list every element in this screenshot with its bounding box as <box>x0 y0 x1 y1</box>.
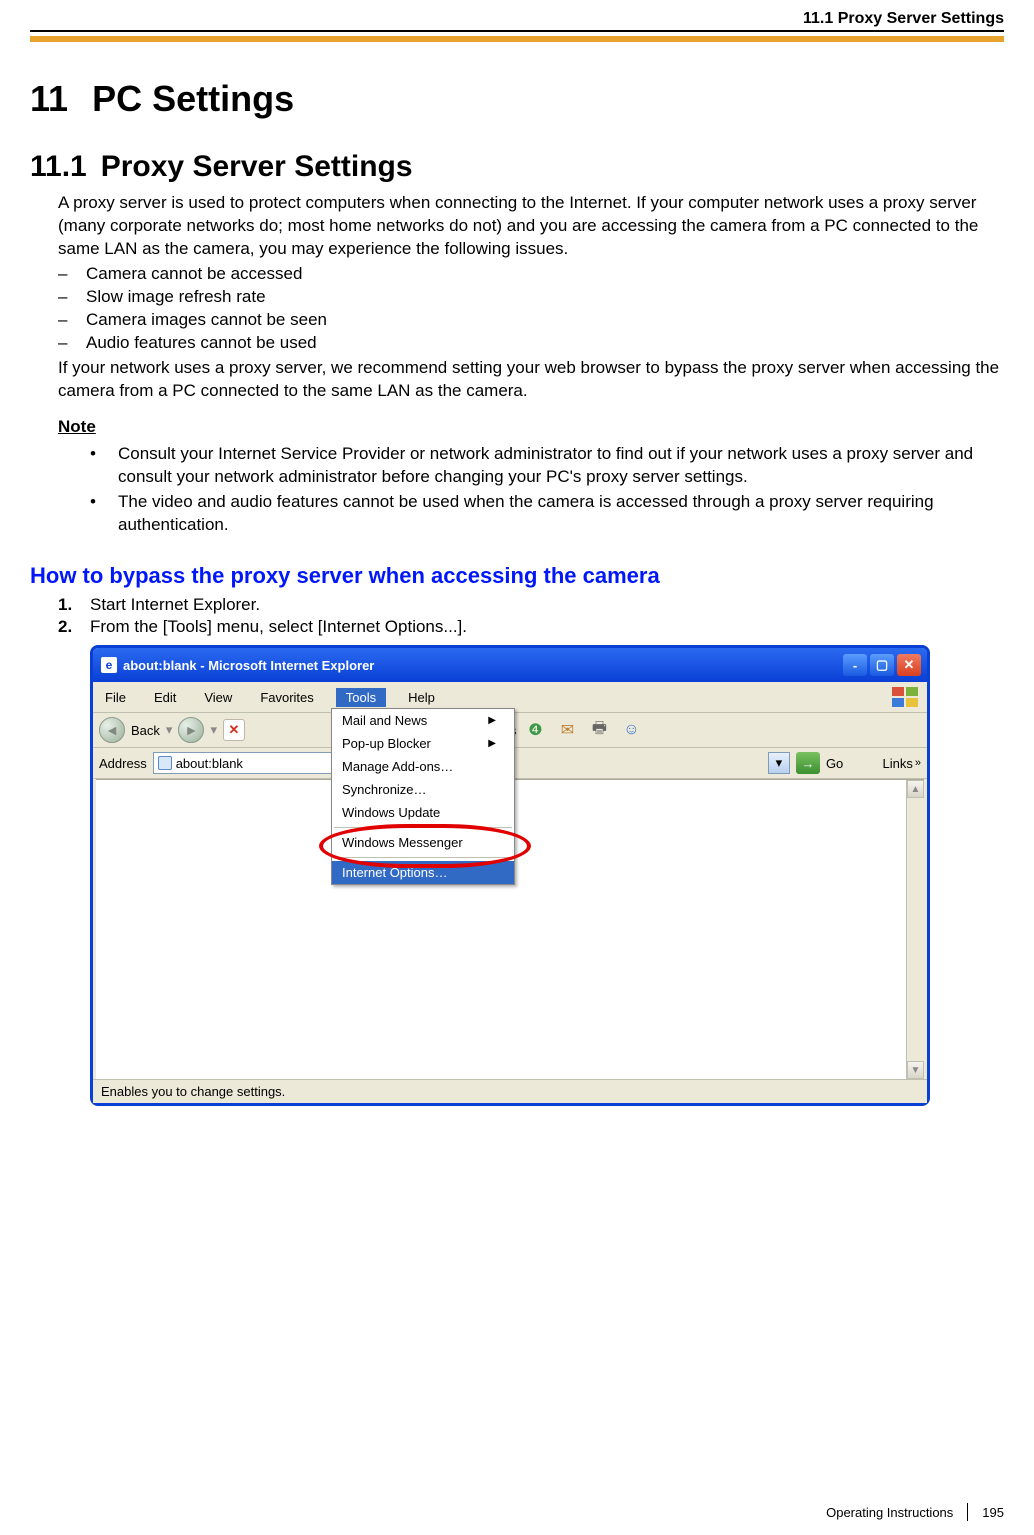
menu-view[interactable]: View <box>198 688 238 707</box>
menu-favorites[interactable]: Favorites <box>254 688 319 707</box>
messenger-icon[interactable]: ☺ <box>618 717 644 743</box>
forward-button[interactable]: ► <box>178 717 204 743</box>
minimize-button[interactable]: - <box>843 654 867 676</box>
menubar: File Edit View Favorites Tools Help Mail… <box>93 682 927 713</box>
windows-flag-icon <box>891 686 921 708</box>
page-icon <box>158 756 172 770</box>
rule-gold <box>30 36 1004 42</box>
steps-list: 1.Start Internet Explorer. 2.From the [T… <box>58 595 1004 637</box>
menu-tools[interactable]: Tools <box>336 688 386 707</box>
mi-windows-messenger[interactable]: Windows Messenger <box>332 831 514 854</box>
note-list: •Consult your Internet Service Provider … <box>90 443 1004 537</box>
section-heading: 11.1Proxy Server Settings <box>30 150 1004 184</box>
back-button[interactable]: ◄ <box>99 717 125 743</box>
menu-edit[interactable]: Edit <box>148 688 182 707</box>
print-icon[interactable]: 🖶 <box>586 717 612 743</box>
scroll-down-icon[interactable]: ▼ <box>907 1061 924 1079</box>
mi-synchronize[interactable]: Synchronize… <box>332 778 514 801</box>
tools-dropdown: Mail and News▶ Pop-up Blocker▶ Manage Ad… <box>331 708 515 885</box>
address-label: Address <box>99 756 147 771</box>
howto-heading: How to bypass the proxy server when acce… <box>30 563 1004 589</box>
chapter-heading: 11PC Settings <box>30 78 1004 120</box>
menu-help[interactable]: Help <box>402 688 441 707</box>
ie-icon: e <box>101 657 117 673</box>
stop-button[interactable]: ✕ <box>223 719 245 741</box>
note-heading: Note <box>58 416 1004 439</box>
menu-separator <box>334 857 512 858</box>
menu-separator <box>334 827 512 828</box>
after-issues-paragraph: If your network uses a proxy server, we … <box>58 357 1004 403</box>
page-footer: Operating Instructions 195 <box>826 1503 1004 1521</box>
links-chevron-icon[interactable]: » <box>915 757 921 769</box>
menu-file[interactable]: File <box>99 688 132 707</box>
links-label[interactable]: Links <box>883 756 913 771</box>
mi-manage-addons[interactable]: Manage Add-ons… <box>332 755 514 778</box>
intro-paragraph: A proxy server is used to protect comput… <box>58 192 1004 261</box>
vertical-scrollbar[interactable]: ▲ ▼ <box>906 780 924 1079</box>
mi-mail-news[interactable]: Mail and News▶ <box>332 709 514 732</box>
back-label: Back <box>131 723 160 738</box>
window-title: about:blank - Microsoft Internet Explore… <box>123 658 374 673</box>
maximize-button[interactable]: ▢ <box>870 654 894 676</box>
status-bar: Enables you to change settings. <box>93 1079 927 1103</box>
ie-window: e about:blank - Microsoft Internet Explo… <box>90 645 930 1106</box>
address-dropdown[interactable]: ▾ <box>768 752 790 774</box>
mi-internet-options[interactable]: Internet Options… <box>332 861 514 884</box>
mail-icon[interactable]: ✉ <box>554 717 580 743</box>
titlebar[interactable]: e about:blank - Microsoft Internet Explo… <box>93 648 927 682</box>
mi-popup-blocker[interactable]: Pop-up Blocker▶ <box>332 732 514 755</box>
close-button[interactable]: ✕ <box>897 654 921 676</box>
go-label: Go <box>826 756 843 771</box>
go-button[interactable]: → <box>796 752 820 774</box>
issues-list: –Camera cannot be accessed –Slow image r… <box>58 263 1004 355</box>
scroll-up-icon[interactable]: ▲ <box>907 780 924 798</box>
mi-windows-update[interactable]: Windows Update <box>332 801 514 824</box>
running-header: 11.1 Proxy Server Settings <box>30 10 1004 28</box>
history-icon[interactable]: ❹ <box>522 717 548 743</box>
